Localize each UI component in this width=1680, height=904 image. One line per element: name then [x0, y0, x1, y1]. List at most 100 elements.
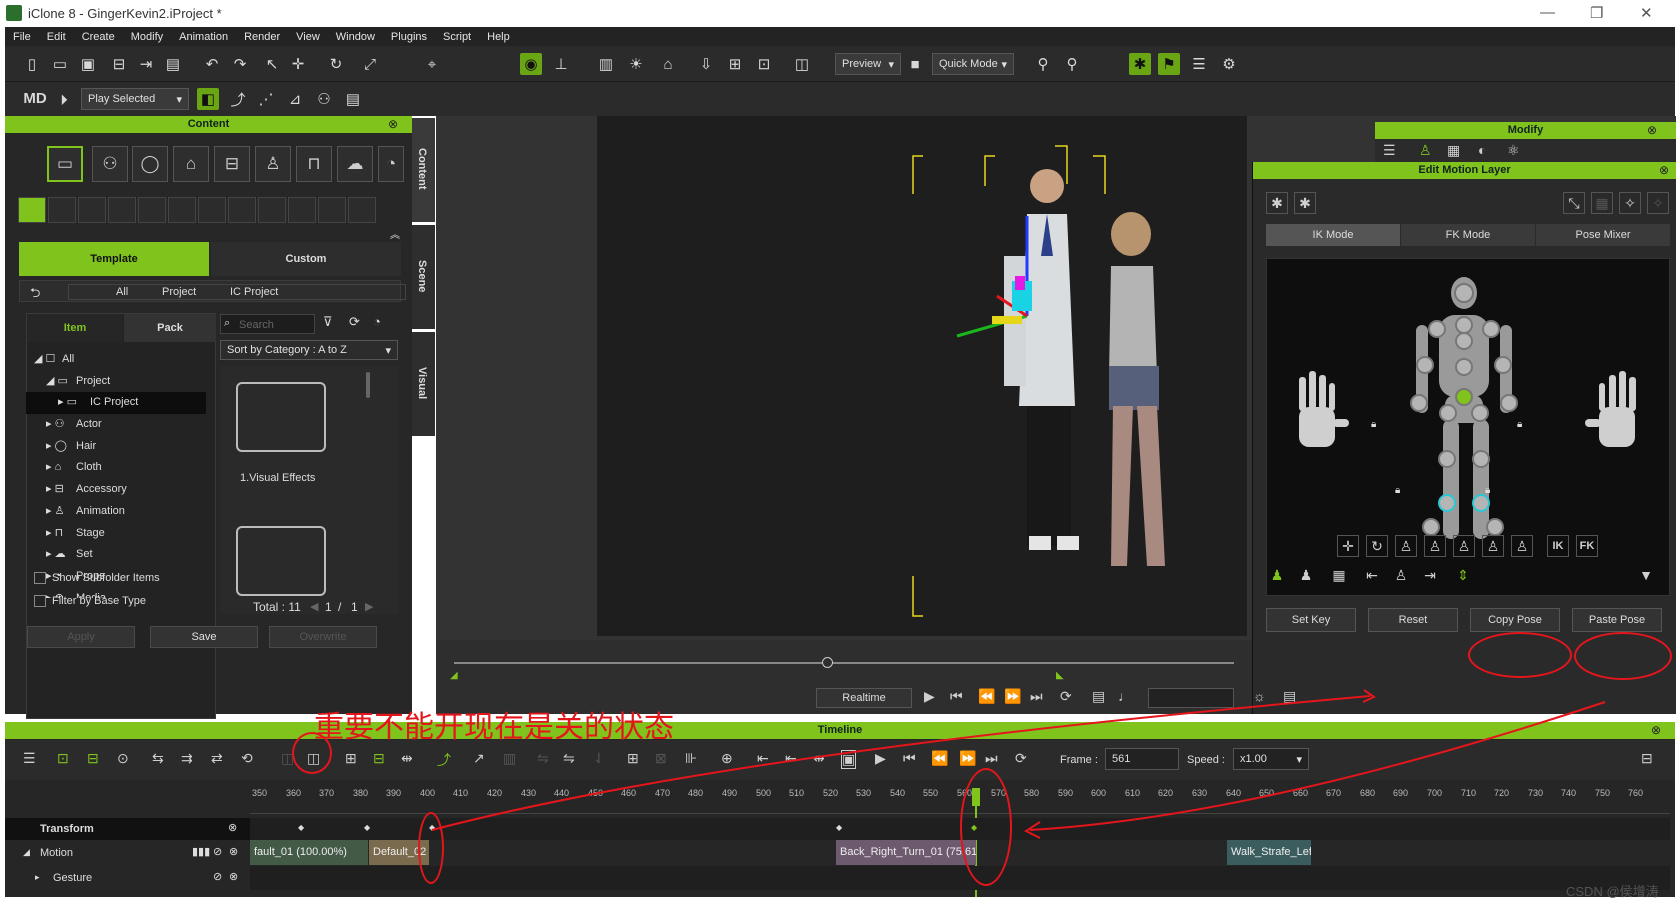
split-icon[interactable]: ⊪ — [685, 750, 697, 767]
zoom-icon[interactable]: ⊕ — [721, 750, 733, 767]
minimize-button[interactable]: — — [1540, 4, 1555, 21]
tree-item-accessory[interactable]: ▸ ⊟ Accessory — [26, 479, 206, 501]
skip-end-icon[interactable]: ⏭ — [1030, 688, 1043, 705]
green-figure-icon[interactable]: ♟ — [1266, 564, 1288, 586]
mirror-tool-icon[interactable]: ✧ — [1619, 192, 1641, 214]
motion-director-icon[interactable]: MD — [21, 87, 49, 109]
back-arrow-icon[interactable]: ⮌ — [30, 284, 40, 306]
select-arrow-icon[interactable]: ↖ — [261, 53, 283, 75]
expand-icon[interactable]: ▸ — [35, 872, 40, 883]
fk-button[interactable]: FK — [1576, 535, 1598, 557]
controller-icon[interactable]: ◧ — [197, 88, 219, 110]
category-stage-icon[interactable]: ⊓ — [296, 146, 332, 182]
side-tab-scene[interactable]: Scene — [412, 225, 435, 329]
modify-physics-icon[interactable]: ⚛ — [1507, 142, 1520, 159]
transition-icon[interactable]: ↗ — [473, 750, 485, 767]
tl-skip-end-icon[interactable]: ⏭ — [985, 750, 998, 767]
lock-icon[interactable]: 🔒︎ — [1485, 485, 1490, 496]
viewport-scene[interactable] — [597, 116, 1247, 636]
tree-item-animation[interactable]: ▸ ♙ Animation — [26, 501, 206, 523]
ik-button[interactable]: IK — [1547, 535, 1569, 557]
next-frame-icon[interactable]: ⏩ — [1004, 688, 1021, 705]
subcategory-slot[interactable] — [198, 197, 226, 223]
drop-to-floor-icon[interactable]: ⊥ — [550, 53, 572, 75]
range-start-marker[interactable]: ◢ — [450, 670, 458, 681]
save-button[interactable]: Save — [150, 626, 258, 648]
refresh-icon[interactable]: ⟳ — [349, 314, 360, 330]
menu-script[interactable]: Script — [443, 31, 471, 43]
key-marker[interactable]: ◆ — [836, 823, 842, 832]
camera-frame-icon[interactable]: ⊡ — [753, 53, 775, 75]
close-icon[interactable]: ⊗ — [388, 117, 398, 131]
motion-clip[interactable]: Back_Right_Turn_01 (75.61 — [836, 840, 976, 865]
tl-next-icon[interactable]: ⏩ — [959, 750, 976, 767]
align-keys-icon[interactable]: ⇆ — [152, 750, 164, 767]
snap-icon[interactable]: ⌖ — [421, 53, 443, 75]
tab-pose-mixer[interactable]: Pose Mixer — [1536, 224, 1670, 246]
sync-icon[interactable]: ◔ — [373, 314, 381, 329]
lock-icon[interactable]: 🔒︎ — [1517, 419, 1522, 430]
character-pose-icon[interactable]: ✱ — [1129, 53, 1151, 75]
play-selected-dropdown[interactable]: Play Selected ▾ — [81, 88, 189, 110]
sort-disabled-icon[interactable]: ⇃ — [593, 750, 605, 767]
paste-pose-button[interactable]: Paste Pose — [1572, 608, 1662, 632]
insert-key-icon[interactable]: ⇉ — [181, 750, 193, 767]
menu-window[interactable]: Window — [336, 31, 375, 43]
expand-icon[interactable]: ◢ — [23, 847, 30, 858]
track-list-icon[interactable]: ☰ — [23, 750, 36, 767]
light-icon[interactable]: ☀ — [625, 53, 647, 75]
category-actor-icon[interactable]: ⚇ — [92, 146, 128, 182]
track-gesture[interactable]: ▸ Gesture ⊘ ⊗ — [5, 866, 250, 890]
menu-render[interactable]: Render — [244, 31, 280, 43]
key-marker[interactable]: ◆ — [298, 823, 304, 832]
menu-plugins[interactable]: Plugins — [391, 31, 427, 43]
subcategory-slot[interactable] — [318, 197, 346, 223]
select-body-icon[interactable]: ✱ — [1266, 192, 1288, 214]
bust-icon[interactable]: ♟ — [1295, 564, 1317, 586]
merge-clip-icon[interactable]: ⊟ — [373, 750, 385, 767]
folder-thumbnail-icon[interactable] — [236, 526, 326, 596]
breadcrumb-project[interactable]: Project — [162, 286, 196, 298]
subcategory-slot[interactable] — [348, 197, 376, 223]
curve-icon[interactable]: ⤴ — [437, 750, 451, 770]
pose-pin-icon[interactable]: ♙ — [1424, 535, 1446, 557]
subcategory-slot[interactable] — [288, 197, 316, 223]
pose-lock-icon[interactable]: ♙ — [1453, 535, 1475, 557]
frame-box[interactable] — [1148, 688, 1234, 708]
close-icon[interactable]: ⊗ — [229, 870, 238, 883]
flatten-icon[interactable]: ▥ — [503, 750, 516, 767]
timeline-settings-icon[interactable]: ⊟ — [1641, 750, 1653, 767]
track-options-icon[interactable]: ⊘ — [213, 870, 222, 883]
modify-checker-icon[interactable]: ▦ — [1447, 142, 1460, 159]
characters-scene[interactable] — [597, 116, 1247, 636]
range-icon[interactable]: ⇹ — [401, 750, 413, 767]
flag-icon[interactable]: ⚑ — [1158, 53, 1180, 75]
sync-disabled-icon[interactable]: ⇋ — [537, 750, 549, 767]
category-hair-icon[interactable]: ◯ — [132, 146, 168, 182]
prev-key-icon[interactable]: ⇤ — [757, 750, 769, 767]
sun-settings-icon[interactable]: ☼ — [1253, 688, 1266, 704]
close-icon[interactable]: ⊗ — [1647, 123, 1657, 137]
pose-release-icon[interactable]: ♙ — [1482, 535, 1504, 557]
motion-clip[interactable]: fault_01 (100.00%) — [250, 840, 368, 865]
add-track-icon[interactable]: ⊞ — [627, 750, 639, 767]
subcategory-slot[interactable] — [138, 197, 166, 223]
tool-settings-icon[interactable]: ⚙ — [1218, 53, 1240, 75]
loop-icon[interactable]: ⟳ — [1060, 688, 1072, 705]
prev-page-icon[interactable]: ◀ — [310, 600, 318, 613]
sense-icon[interactable]: ⊿ — [284, 88, 306, 110]
center-icon[interactable]: ⇕ — [1452, 564, 1474, 586]
viewport-layout-icon[interactable]: ▥ — [595, 53, 617, 75]
menu-modify[interactable]: Modify — [131, 31, 163, 43]
mirror-icon[interactable]: ⇋ — [563, 750, 575, 767]
undo-icon[interactable]: ↶ — [201, 53, 223, 75]
align-left-icon[interactable]: ⇤ — [1361, 564, 1383, 586]
key-marker[interactable]: ◆ — [364, 823, 370, 832]
settings-sheet-icon[interactable]: ▤ — [342, 88, 364, 110]
align-right-icon[interactable]: ⇥ — [1419, 564, 1441, 586]
redo-icon[interactable]: ↷ — [229, 53, 251, 75]
speed-dropdown[interactable]: x1.00 ▾ — [1233, 748, 1309, 770]
scrollbar[interactable] — [366, 372, 370, 398]
tree-item-set[interactable]: ▸ ☁ Set — [26, 544, 206, 566]
close-icon[interactable]: ⊗ — [1659, 163, 1669, 177]
